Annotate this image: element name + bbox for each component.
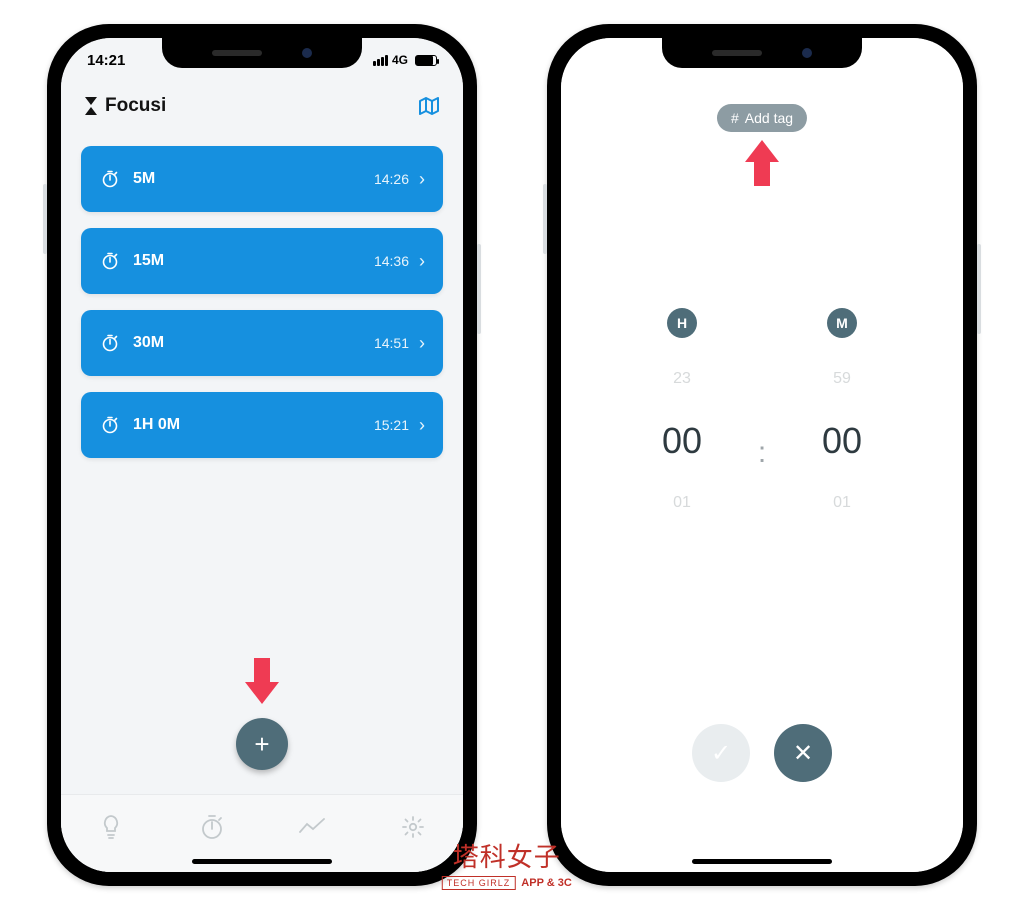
minutes-prev: 59 [833,370,851,388]
hours-next: 01 [673,494,691,512]
timer-label: 1H 0M [133,416,374,434]
watermark-en: APP & 3C [521,877,572,889]
minutes-next: 01 [833,494,851,512]
timer-card-5m[interactable]: 5M 14:26 › [81,146,443,212]
hours-prev: 23 [673,370,691,388]
stopwatch-icon [101,416,119,434]
page-title: Focusi [85,95,166,117]
timers-screen: 14:21 4G Focusi 5M [61,38,463,872]
pointer-arrow-down [245,658,279,708]
timer-label: 30M [133,334,374,352]
tab-timer[interactable] [199,814,225,840]
home-indicator [192,859,332,864]
battery-icon [415,55,437,66]
hash-icon: # [731,110,739,126]
time-picker[interactable]: H 23 00 01 M 59 00 01 [561,308,963,512]
watermark-cn: 塔科女子 [442,837,572,874]
phone-right: # Add tag H 23 00 01 M 59 00 01 [547,24,977,886]
hours-unit-badge: H [667,308,697,338]
plus-icon: + [254,729,269,760]
pointer-arrow-up [745,140,779,190]
timer-card-30m[interactable]: 30M 14:51 › [81,310,443,376]
signal-icon [373,55,388,66]
chevron-right-icon: › [419,333,425,354]
time-colon: : [758,436,766,470]
tab-settings[interactable] [400,814,426,840]
minutes-unit-badge: M [827,308,857,338]
header: Focusi [61,86,463,126]
stopwatch-icon [101,334,119,352]
screen-right: # Add tag H 23 00 01 M 59 00 01 [561,38,963,872]
new-timer-screen: # Add tag H 23 00 01 M 59 00 01 [561,38,963,872]
confirm-button[interactable]: ✓ [692,724,750,782]
status-right: 4G [373,53,437,67]
hourglass-icon [85,97,97,115]
minutes-column[interactable]: M 59 00 01 [807,308,877,512]
tag-label: Add tag [745,110,793,126]
watermark: 塔科女子 TECH GIRLZ APP & 3C [442,837,572,890]
timer-card-15m[interactable]: 15M 14:36 › [81,228,443,294]
phone-left: 14:21 4G Focusi 5M [47,24,477,886]
add-timer-button[interactable]: + [236,718,288,770]
status-net: 4G [392,53,408,67]
watermark-box: TECH GIRLZ [442,876,516,890]
timer-card-1h[interactable]: 1H 0M 15:21 › [81,392,443,458]
timer-label: 15M [133,252,374,270]
chevron-right-icon: › [419,169,425,190]
stopwatch-icon [101,252,119,270]
cancel-button[interactable]: ✕ [774,724,832,782]
notch [662,38,862,68]
add-tag-chip[interactable]: # Add tag [717,104,807,132]
timer-end: 14:51 [374,335,409,351]
notch [162,38,362,68]
chevron-right-icon: › [419,251,425,272]
timer-end: 14:26 [374,171,409,187]
timer-end: 15:21 [374,417,409,433]
timers-list: 5M 14:26 › 15M 14:36 › 30M 14:51 › [81,146,443,458]
stopwatch-icon [101,170,119,188]
timer-end: 14:36 [374,253,409,269]
chevron-right-icon: › [419,415,425,436]
app-title: Focusi [105,95,166,117]
action-row: ✓ ✕ [561,724,963,782]
map-icon[interactable] [419,97,439,115]
home-indicator [692,859,832,864]
hours-current: 00 [662,420,702,462]
minutes-current: 00 [822,420,862,462]
screen-left: 14:21 4G Focusi 5M [61,38,463,872]
hours-column[interactable]: H 23 00 01 [647,308,717,512]
check-icon: ✓ [711,739,731,768]
status-time: 14:21 [87,52,125,69]
tab-ideas[interactable] [98,814,124,840]
close-icon: ✕ [793,739,813,768]
timer-label: 5M [133,170,374,188]
tab-stats[interactable] [299,814,325,840]
